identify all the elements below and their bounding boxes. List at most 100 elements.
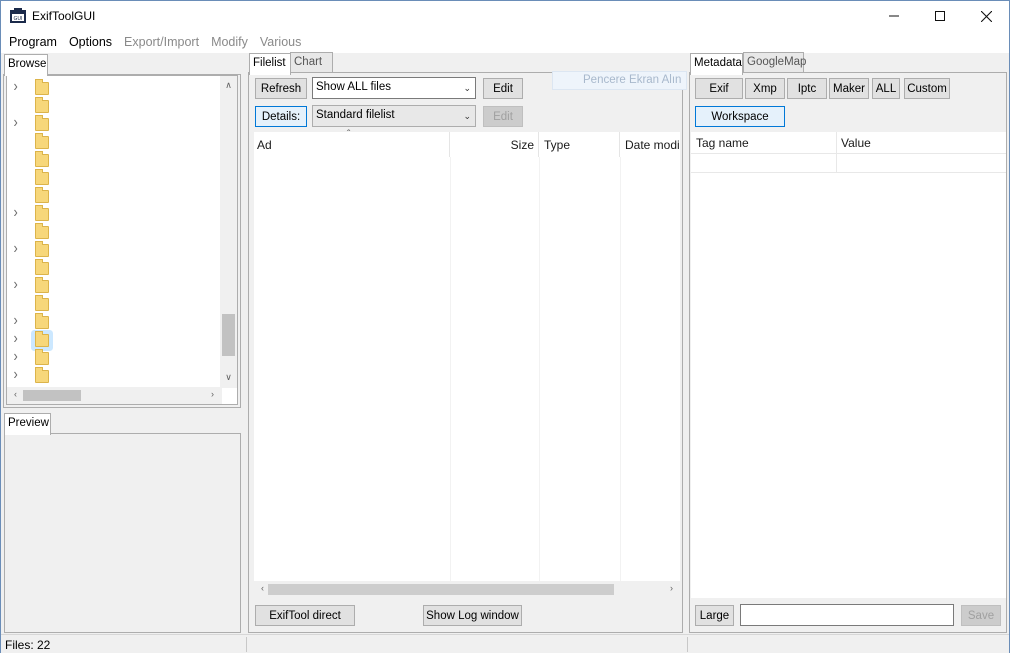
tab-filelist[interactable]: Filelist — [249, 53, 291, 75]
column-header-type-label: Type — [544, 138, 571, 152]
scroll-up-arrow-icon[interactable]: ∧ — [220, 80, 237, 91]
tree-horizontal-scrollbar[interactable]: ‹ › — [7, 387, 222, 404]
chevron-right-icon[interactable]: › — [14, 348, 18, 366]
tree-item-folder[interactable]: › — [7, 114, 219, 134]
chevron-right-icon[interactable]: › — [14, 312, 18, 330]
view-mode-select[interactable]: Standard filelist ⌄ — [312, 105, 476, 127]
tree-item-folder[interactable]: › — [7, 276, 219, 296]
file-filter-select[interactable]: Show ALL files ⌄ — [312, 77, 476, 99]
column-header-date-modified[interactable]: Date modi — [621, 132, 680, 157]
tab-metadata[interactable]: Metadata — [690, 53, 743, 75]
column-header-tag-name[interactable]: Tag name — [696, 132, 836, 154]
save-button[interactable]: Save — [961, 605, 1001, 626]
folder-icon — [35, 331, 49, 347]
view-mode-value: Standard filelist — [316, 109, 395, 121]
workspace-button[interactable]: Workspace — [695, 106, 785, 127]
scroll-down-arrow-icon[interactable]: ∨ — [220, 372, 237, 383]
menu-bar: Program Options Export/Import Modify Var… — [1, 31, 1009, 53]
tree-item-folder[interactable] — [7, 151, 219, 170]
status-bar: Files: 22 — [1, 634, 1009, 653]
column-divider — [620, 157, 621, 587]
tree-item-folder[interactable] — [7, 259, 219, 278]
tree-item-folder[interactable]: › — [7, 78, 219, 98]
metadata-value-input[interactable] — [740, 604, 954, 626]
tree-item-folder[interactable] — [7, 169, 219, 188]
title-bar: GUI ExifToolGUI — [1, 1, 1009, 31]
column-header-name-label: Ad — [257, 138, 272, 152]
tree-item-folder[interactable] — [7, 97, 219, 116]
tree-item-folder[interactable]: › — [7, 348, 219, 368]
tree-item-folder[interactable]: › — [7, 204, 219, 224]
all-button[interactable]: ALL — [872, 78, 900, 99]
chevron-right-icon[interactable]: › — [14, 276, 18, 294]
metadata-grid[interactable]: Tag name Value — [691, 132, 1006, 598]
tree-vertical-scrollbar[interactable]: ∧ ∨ — [220, 76, 237, 388]
filelist-hscroll-thumb[interactable] — [268, 584, 614, 595]
scroll-right-arrow-icon[interactable]: › — [204, 389, 221, 399]
refresh-button[interactable]: Refresh — [255, 78, 307, 99]
chevron-right-icon[interactable]: › — [14, 114, 18, 132]
grid-row-separator — [691, 172, 1006, 173]
tree-hscroll-thumb[interactable] — [23, 390, 81, 401]
svg-text:GUI: GUI — [13, 16, 22, 22]
tree-item-folder[interactable]: › — [7, 330, 219, 350]
scroll-right-arrow-icon[interactable]: › — [663, 583, 680, 593]
folder-icon — [35, 367, 49, 383]
file-list[interactable]: Ad ˆ Size Type Date modi — [254, 129, 680, 597]
folder-icon — [35, 97, 49, 113]
column-header-name[interactable]: Ad ˆ — [254, 129, 450, 157]
menu-modify[interactable]: Modify — [205, 35, 254, 49]
folder-icon — [35, 187, 49, 203]
folder-icon — [35, 133, 49, 149]
maker-button[interactable]: Maker — [829, 78, 869, 99]
menu-export-import[interactable]: Export/Import — [118, 35, 205, 49]
edit-filter-button[interactable]: Edit — [483, 78, 523, 99]
tree-item-folder[interactable]: › — [7, 366, 219, 386]
tree-item-folder[interactable] — [7, 223, 219, 242]
file-filter-value: Show ALL files — [316, 81, 392, 93]
column-header-date-label: Date modi — [625, 138, 680, 152]
chevron-right-icon[interactable]: › — [14, 78, 18, 96]
tab-preview[interactable]: Preview — [4, 413, 51, 435]
tree-scroll-thumb[interactable] — [222, 314, 235, 356]
xmp-button[interactable]: Xmp — [745, 78, 785, 99]
exif-button[interactable]: Exif — [695, 78, 743, 99]
tree-item-folder[interactable] — [7, 295, 219, 314]
folder-icon — [35, 241, 49, 257]
menu-various[interactable]: Various — [254, 35, 307, 49]
tree-item-folder[interactable]: › — [7, 312, 219, 332]
details-button[interactable]: Details: — [255, 106, 307, 127]
menu-program[interactable]: Program — [3, 35, 63, 49]
tab-chart[interactable]: Chart — [290, 52, 333, 72]
tree-item-folder[interactable]: › — [7, 240, 219, 260]
tab-googlemap[interactable]: GoogleMap — [743, 52, 806, 72]
filelist-horizontal-scrollbar[interactable]: ‹ › — [254, 581, 680, 598]
show-log-window-button[interactable]: Show Log window — [423, 605, 522, 626]
tree-item-folder[interactable] — [7, 133, 219, 152]
ghost-overlay-text: Pencere Ekran Alın — [552, 71, 687, 90]
menu-options[interactable]: Options — [63, 35, 118, 49]
edit-view-button[interactable]: Edit — [483, 106, 523, 127]
chevron-right-icon[interactable]: › — [14, 330, 18, 348]
custom-button[interactable]: Custom — [904, 78, 950, 99]
chevron-right-icon[interactable]: › — [14, 366, 18, 384]
folder-icon — [35, 349, 49, 365]
minimize-button[interactable] — [871, 1, 917, 31]
iptc-button[interactable]: Iptc — [787, 78, 827, 99]
grid-row-separator — [691, 153, 1006, 154]
folder-tree[interactable]: › › › › › › › › › ∧ ∨ ‹ › — [6, 75, 238, 405]
status-separator — [687, 637, 688, 652]
chevron-right-icon[interactable]: › — [14, 240, 18, 258]
scroll-left-arrow-icon[interactable]: ‹ — [7, 389, 24, 399]
column-header-size-label: Size — [510, 138, 534, 152]
tab-browse[interactable]: Browse — [4, 54, 48, 76]
column-header-value[interactable]: Value — [841, 132, 1001, 154]
close-button[interactable] — [963, 1, 1009, 31]
chevron-right-icon[interactable]: › — [14, 204, 18, 222]
large-button[interactable]: Large — [695, 605, 734, 626]
maximize-button[interactable] — [917, 1, 963, 31]
tree-item-folder[interactable] — [7, 187, 219, 206]
column-header-size[interactable]: Size — [451, 132, 539, 157]
column-header-type[interactable]: Type — [540, 132, 620, 157]
exiftool-direct-button[interactable]: ExifTool direct — [255, 605, 355, 626]
